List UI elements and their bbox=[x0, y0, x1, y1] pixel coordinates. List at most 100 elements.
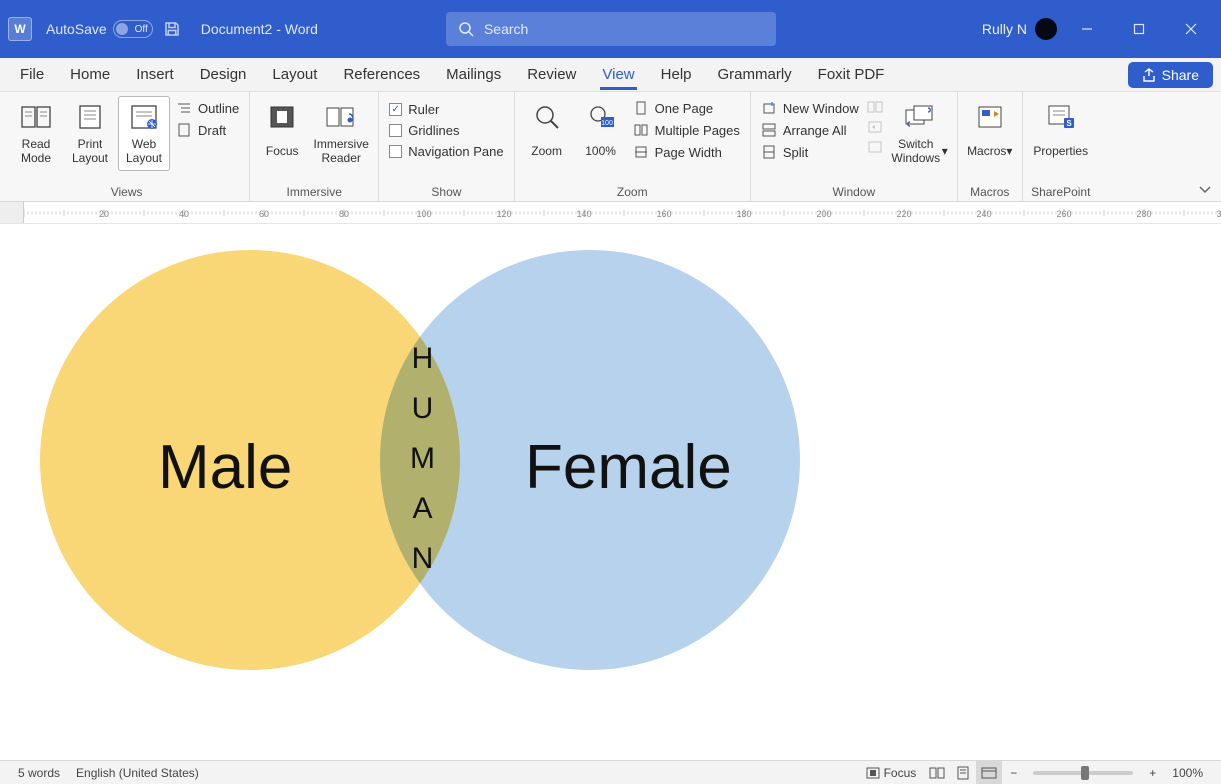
read-mode-icon bbox=[20, 101, 52, 133]
svg-text:200: 200 bbox=[816, 209, 831, 219]
svg-text:280: 280 bbox=[1136, 209, 1151, 219]
focus-mode-button[interactable]: Focus bbox=[858, 761, 925, 784]
document-area[interactable]: Male Female HUMAN bbox=[0, 224, 1221, 760]
print-layout-icon bbox=[74, 101, 106, 133]
arrange-all-icon bbox=[761, 122, 777, 138]
tab-references[interactable]: References bbox=[331, 60, 432, 89]
chevron-down-icon: ▾ bbox=[1006, 144, 1012, 158]
svg-text:80: 80 bbox=[339, 209, 349, 219]
arrange-all-button[interactable]: Arrange All bbox=[757, 120, 863, 140]
print-layout-view-button[interactable] bbox=[950, 761, 976, 784]
split-icon bbox=[761, 144, 777, 160]
venn-diagram[interactable]: Male Female HUMAN bbox=[40, 242, 860, 732]
svg-text:240: 240 bbox=[976, 209, 991, 219]
group-window: New Window Arrange All Split Switch Wind… bbox=[751, 92, 958, 201]
chevron-down-icon: ▾ bbox=[942, 144, 948, 158]
search-box[interactable] bbox=[446, 12, 776, 46]
tab-view[interactable]: View bbox=[590, 60, 646, 89]
zoom-button[interactable]: Zoom bbox=[521, 96, 573, 171]
properties-icon: S bbox=[1045, 101, 1077, 133]
svg-text:260: 260 bbox=[1056, 209, 1071, 219]
svg-text:100: 100 bbox=[416, 209, 431, 219]
word-count[interactable]: 5 words bbox=[10, 761, 68, 784]
venn-middle-letter: H bbox=[412, 342, 434, 376]
checkbox-icon bbox=[389, 124, 402, 137]
user-account[interactable]: Rully N bbox=[982, 18, 1057, 40]
language-status[interactable]: English (United States) bbox=[68, 761, 207, 784]
zoom-icon bbox=[531, 101, 563, 133]
zoom-level[interactable]: 100% bbox=[1164, 761, 1211, 784]
draft-button[interactable]: Draft bbox=[172, 120, 243, 140]
autosave-switch[interactable]: Off bbox=[113, 20, 153, 38]
venn-left-label[interactable]: Male bbox=[158, 432, 292, 503]
page-width-icon bbox=[633, 144, 649, 160]
tab-mailings[interactable]: Mailings bbox=[434, 60, 513, 89]
zoom-slider[interactable] bbox=[1033, 771, 1133, 775]
svg-text:60: 60 bbox=[259, 209, 269, 219]
venn-middle-label[interactable]: HUMAN bbox=[410, 342, 435, 576]
tab-file[interactable]: File bbox=[8, 60, 56, 89]
print-layout-button[interactable]: Print Layout bbox=[64, 96, 116, 171]
collapse-ribbon-button[interactable] bbox=[1197, 181, 1213, 197]
immersive-reader-icon bbox=[325, 101, 357, 133]
web-layout-button[interactable]: Web Layout bbox=[118, 96, 170, 171]
focus-status-icon bbox=[866, 766, 880, 780]
read-mode-button[interactable]: Read Mode bbox=[10, 96, 62, 171]
word-app-icon: W bbox=[8, 17, 32, 41]
share-button[interactable]: Share bbox=[1128, 62, 1213, 88]
outline-button[interactable]: Outline bbox=[172, 98, 243, 118]
new-window-button[interactable]: New Window bbox=[757, 98, 863, 118]
save-icon[interactable] bbox=[161, 18, 183, 40]
share-label: Share bbox=[1162, 67, 1199, 83]
search-input[interactable] bbox=[484, 21, 764, 37]
properties-button[interactable]: S Properties bbox=[1029, 96, 1093, 171]
zoom-100-button[interactable]: 100 100% bbox=[575, 96, 627, 171]
group-zoom: Zoom 100 100% One Page Multiple Pages Pa… bbox=[515, 92, 751, 201]
navigation-pane-checkbox[interactable]: Navigation Pane bbox=[385, 142, 507, 161]
close-button[interactable] bbox=[1169, 9, 1213, 49]
view-side-by-side-icon bbox=[867, 100, 883, 114]
one-page-button[interactable]: One Page bbox=[629, 98, 744, 118]
web-layout-view-button[interactable] bbox=[976, 761, 1002, 784]
svg-text:140: 140 bbox=[576, 209, 591, 219]
macros-icon bbox=[974, 101, 1006, 133]
venn-middle-letter: U bbox=[412, 392, 434, 426]
user-name: Rully N bbox=[982, 21, 1027, 37]
ruler-checkbox[interactable]: ✓ Ruler bbox=[385, 100, 507, 119]
tab-foxit-pdf[interactable]: Foxit PDF bbox=[806, 60, 897, 89]
chevron-down-icon bbox=[1197, 181, 1213, 197]
venn-right-label[interactable]: Female bbox=[525, 432, 732, 503]
autosave-toggle[interactable]: AutoSave Off bbox=[46, 20, 153, 38]
tab-grammarly[interactable]: Grammarly bbox=[706, 60, 804, 89]
maximize-button[interactable] bbox=[1117, 9, 1161, 49]
immersive-reader-button[interactable]: Immersive Reader bbox=[310, 96, 372, 171]
zoom-100-icon: 100 bbox=[585, 101, 617, 133]
macros-button[interactable]: Macros▾ bbox=[964, 96, 1016, 171]
split-button[interactable]: Split bbox=[757, 142, 863, 162]
group-views-label: Views bbox=[10, 183, 243, 201]
gridlines-checkbox[interactable]: Gridlines bbox=[385, 121, 507, 140]
read-mode-view-button[interactable] bbox=[924, 761, 950, 784]
menu-tabs: FileHomeInsertDesignLayoutReferencesMail… bbox=[0, 58, 1221, 92]
tab-review[interactable]: Review bbox=[515, 60, 588, 89]
switch-windows-button[interactable]: Switch Windows ▾ bbox=[887, 96, 951, 171]
zoom-out-button[interactable]: − bbox=[1002, 761, 1025, 784]
tab-help[interactable]: Help bbox=[649, 60, 704, 89]
svg-text:160: 160 bbox=[656, 209, 671, 219]
svg-text:20: 20 bbox=[99, 209, 109, 219]
zoom-in-button[interactable]: + bbox=[1141, 761, 1164, 784]
reset-window-icon bbox=[867, 140, 883, 154]
tab-insert[interactable]: Insert bbox=[124, 60, 186, 89]
multiple-pages-button[interactable]: Multiple Pages bbox=[629, 120, 744, 140]
tab-design[interactable]: Design bbox=[188, 60, 259, 89]
draft-icon bbox=[176, 122, 192, 138]
page-width-button[interactable]: Page Width bbox=[629, 142, 744, 162]
outline-icon bbox=[176, 100, 192, 116]
horizontal-ruler[interactable]: 2040608010012014016018020022024026028030… bbox=[0, 202, 1221, 224]
tab-layout[interactable]: Layout bbox=[260, 60, 329, 89]
svg-text:180: 180 bbox=[736, 209, 751, 219]
minimize-button[interactable] bbox=[1065, 9, 1109, 49]
tab-home[interactable]: Home bbox=[58, 60, 122, 89]
focus-button[interactable]: Focus bbox=[256, 96, 308, 171]
ruler-corner bbox=[0, 202, 24, 224]
